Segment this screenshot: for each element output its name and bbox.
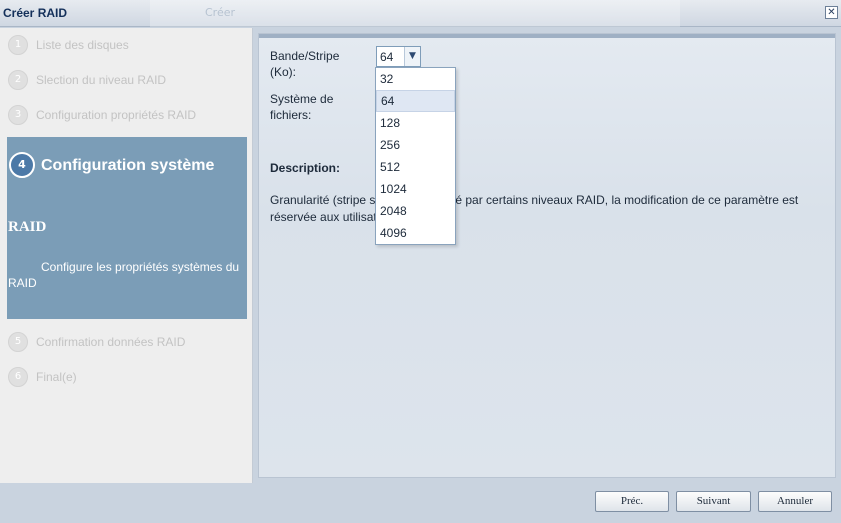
dropdown-option-selected[interactable]: 64 xyxy=(376,90,455,112)
wizard-step-5: 5 Confirmation données RAID xyxy=(6,330,250,354)
background-window-label: Créer xyxy=(205,6,236,19)
dropdown-option[interactable]: 2048 xyxy=(376,200,455,222)
step-label: Liste des disques xyxy=(36,38,129,52)
filesystem-label-line1: Système de xyxy=(270,92,334,106)
wizard-step-2: 2 Slection du niveau RAID xyxy=(6,68,250,92)
wizard-step-3: 3 Configuration propriétés RAID xyxy=(6,103,250,127)
step-label: Confirmation données RAID xyxy=(36,335,186,349)
dropdown-option[interactable]: 32 xyxy=(376,68,455,90)
description-line-1-start: Granularité (stripe s xyxy=(270,193,376,207)
wizard-step-4-active: 4 Configuration système RAID Configure l… xyxy=(7,137,247,319)
raid-properties-panel: Bande/Stripe (Ko): 64 ▼ Système de fichi… xyxy=(258,33,836,478)
dropdown-option[interactable]: 512 xyxy=(376,156,455,178)
stripe-size-label-line1: Bande/Stripe xyxy=(270,49,340,63)
description-text: Granularité (stripe s é par certains nive… xyxy=(270,192,818,226)
step-label: Slection du niveau RAID xyxy=(36,73,167,87)
active-step-title: Configuration système xyxy=(41,157,215,174)
description-line-1-end: é par certains niveaux RAID, la modifica… xyxy=(455,193,799,207)
stripe-size-dropdown-list[interactable]: 32 64 128 256 512 1024 2048 4096 xyxy=(375,67,456,245)
step-number-badge: 1 xyxy=(8,35,28,55)
step-label: Configuration propriétés RAID xyxy=(36,108,197,122)
dropdown-option[interactable]: 128 xyxy=(376,112,455,134)
dropdown-option[interactable]: 4096 xyxy=(376,222,455,244)
stripe-size-label: Bande/Stripe (Ko): xyxy=(270,48,339,80)
chevron-down-icon[interactable]: ▼ xyxy=(404,47,420,66)
description-title: Description: xyxy=(270,161,341,175)
description-line-2: réservée aux utilisat xyxy=(270,210,377,224)
step-label: Final(e) xyxy=(36,370,77,384)
wizard-step-6: 6 Final(e) xyxy=(6,365,250,389)
panel-top-band xyxy=(259,34,835,38)
stripe-size-value: 64 xyxy=(380,50,394,64)
wizard-steps-pane: 1 Liste des disques 2 Slection du niveau… xyxy=(0,28,253,483)
dropdown-option[interactable]: 1024 xyxy=(376,178,455,200)
stripe-size-select[interactable]: 64 ▼ xyxy=(376,46,421,67)
description-line-1: Granularité (stripe s é par certains nive… xyxy=(270,192,818,209)
wizard-step-1: 1 Liste des disques xyxy=(6,33,250,57)
stripe-size-label-line2: (Ko): xyxy=(270,65,297,79)
dropdown-option[interactable]: 256 xyxy=(376,134,455,156)
cancel-button[interactable]: Annuler xyxy=(758,491,832,512)
step-number-badge: 4 xyxy=(9,152,35,178)
dialog-titlebar: Créer Créer RAID ✕ xyxy=(0,0,841,27)
step-number-badge: 2 xyxy=(8,70,28,90)
filesystem-label-line2: fichiers: xyxy=(270,108,312,122)
step-number-badge: 6 xyxy=(8,367,28,387)
previous-button[interactable]: Préc. xyxy=(595,491,669,512)
step-number-badge: 5 xyxy=(8,332,28,352)
active-step-title-continued: RAID xyxy=(8,219,47,235)
dialog-title: Créer RAID xyxy=(3,6,68,20)
next-button[interactable]: Suivant xyxy=(676,491,751,512)
filesystem-label: Système de fichiers: xyxy=(270,91,333,123)
close-icon[interactable]: ✕ xyxy=(825,6,838,19)
step-number-badge: 3 xyxy=(8,105,28,125)
active-step-description: Configure les propriétés systèmes du RAI… xyxy=(8,260,240,290)
